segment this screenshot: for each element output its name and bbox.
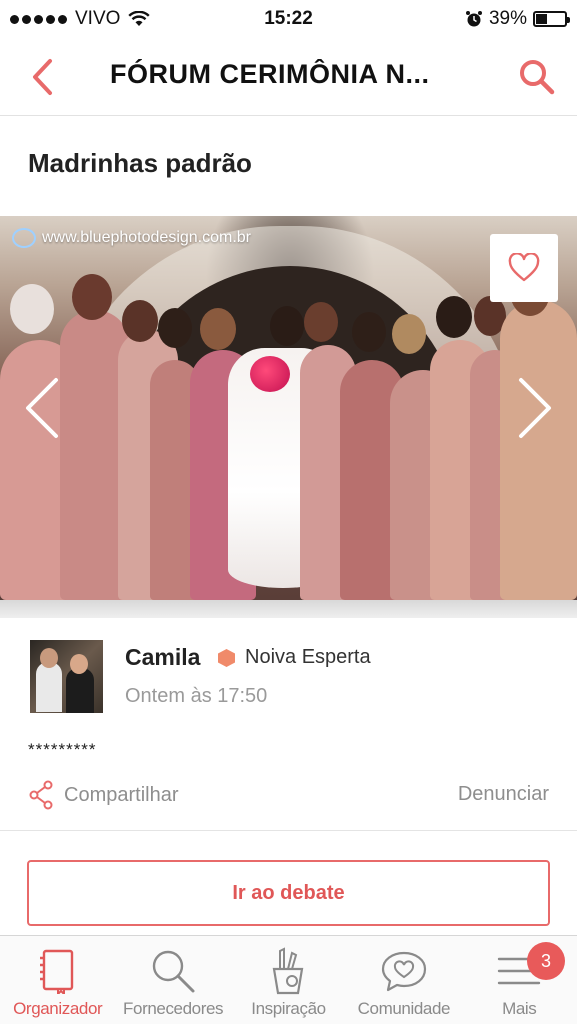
share-icon (29, 780, 53, 810)
back-button[interactable] (22, 55, 62, 99)
author-badge: Noiva Esperta (245, 646, 371, 668)
avatar-figure (66, 668, 94, 713)
tab-organizador[interactable]: Organizador (0, 936, 115, 1024)
status-left: VIVO (10, 8, 151, 30)
signal-dots-icon (10, 14, 67, 24)
heart-icon (508, 253, 540, 282)
avatar-figure-head (70, 654, 88, 674)
tab-inspiracao[interactable]: Inspiração (231, 936, 346, 1024)
notebook-icon (31, 945, 85, 997)
favorite-button[interactable] (490, 234, 558, 302)
carrier-name: VIVO (75, 8, 121, 29)
report-button[interactable]: Denunciar (458, 783, 549, 806)
tab-label: Organizador (13, 999, 103, 1018)
post-body: ********* (28, 740, 97, 759)
battery-icon (533, 11, 570, 27)
go-to-debate-button[interactable]: Ir ao debate (27, 860, 550, 926)
search-button[interactable] (515, 55, 559, 99)
chevron-left-icon (33, 59, 52, 95)
page-title: FÓRUM CERIMÔNIA N... (110, 59, 430, 89)
watermark-text: www.bluephotodesign.com.br (42, 229, 252, 246)
photo-figure-head (304, 302, 338, 342)
photo-divider (0, 600, 577, 618)
photo-figure-head (200, 308, 236, 350)
pencil-cup-icon (261, 945, 315, 997)
tab-label: Fornecedores (123, 999, 224, 1018)
photo-figure-head (10, 284, 54, 334)
photo-watermark: www.bluephotodesign.com.br (12, 228, 251, 248)
battery-level (536, 14, 547, 24)
post-photo[interactable]: www.bluephotodesign.com.br (0, 216, 577, 600)
photo-figure-head (352, 312, 386, 352)
status-bar: VIVO 15:22 39% (0, 0, 577, 38)
share-label: Compartilhar (64, 783, 179, 806)
avatar-figure (36, 662, 62, 712)
wifi-icon (128, 11, 151, 26)
photo-bride-head (270, 306, 304, 346)
search-icon (520, 60, 555, 95)
tab-comunidade[interactable]: Comunidade (346, 936, 461, 1024)
photo-figure-head (72, 274, 112, 320)
battery-percent: 39% (488, 8, 527, 29)
avatar[interactable] (30, 640, 103, 713)
tab-label: Mais (502, 999, 537, 1018)
tab-label: Inspiração (251, 999, 326, 1018)
tab-fornecedores[interactable]: Fornecedores (115, 936, 230, 1024)
hexagon-badge-icon (218, 649, 235, 667)
photo-figure-head (158, 308, 192, 348)
notification-badge: 3 (526, 942, 565, 980)
nav-header: FÓRUM CERIMÔNIA N... (0, 38, 577, 116)
photo-figure-head (436, 296, 472, 338)
post-title: Madrinhas padrão (28, 148, 252, 178)
photo-figure-head (122, 300, 158, 342)
photo-bouquet (250, 356, 290, 392)
search-icon (146, 945, 200, 997)
tab-bar: Organizador Fornecedores Inspiração Comu… (0, 935, 577, 1024)
tab-label: Comunidade (357, 999, 451, 1018)
status-right: 39% (465, 8, 570, 30)
prev-image-button[interactable] (22, 376, 62, 440)
tab-mais[interactable]: Mais 3 (462, 936, 577, 1024)
photo-figure (500, 300, 577, 600)
post-timestamp: Ontem às 17:50 (125, 685, 268, 707)
next-image-button[interactable] (515, 376, 555, 440)
chat-heart-icon (377, 945, 431, 997)
divider (0, 830, 577, 831)
watermark-logo-icon (12, 228, 36, 248)
alarm-icon (465, 11, 482, 27)
share-button[interactable]: Compartilhar (28, 780, 178, 810)
avatar-figure-head (40, 648, 58, 668)
author-name[interactable]: Camila (125, 644, 200, 671)
photo-figure-head (392, 314, 426, 354)
